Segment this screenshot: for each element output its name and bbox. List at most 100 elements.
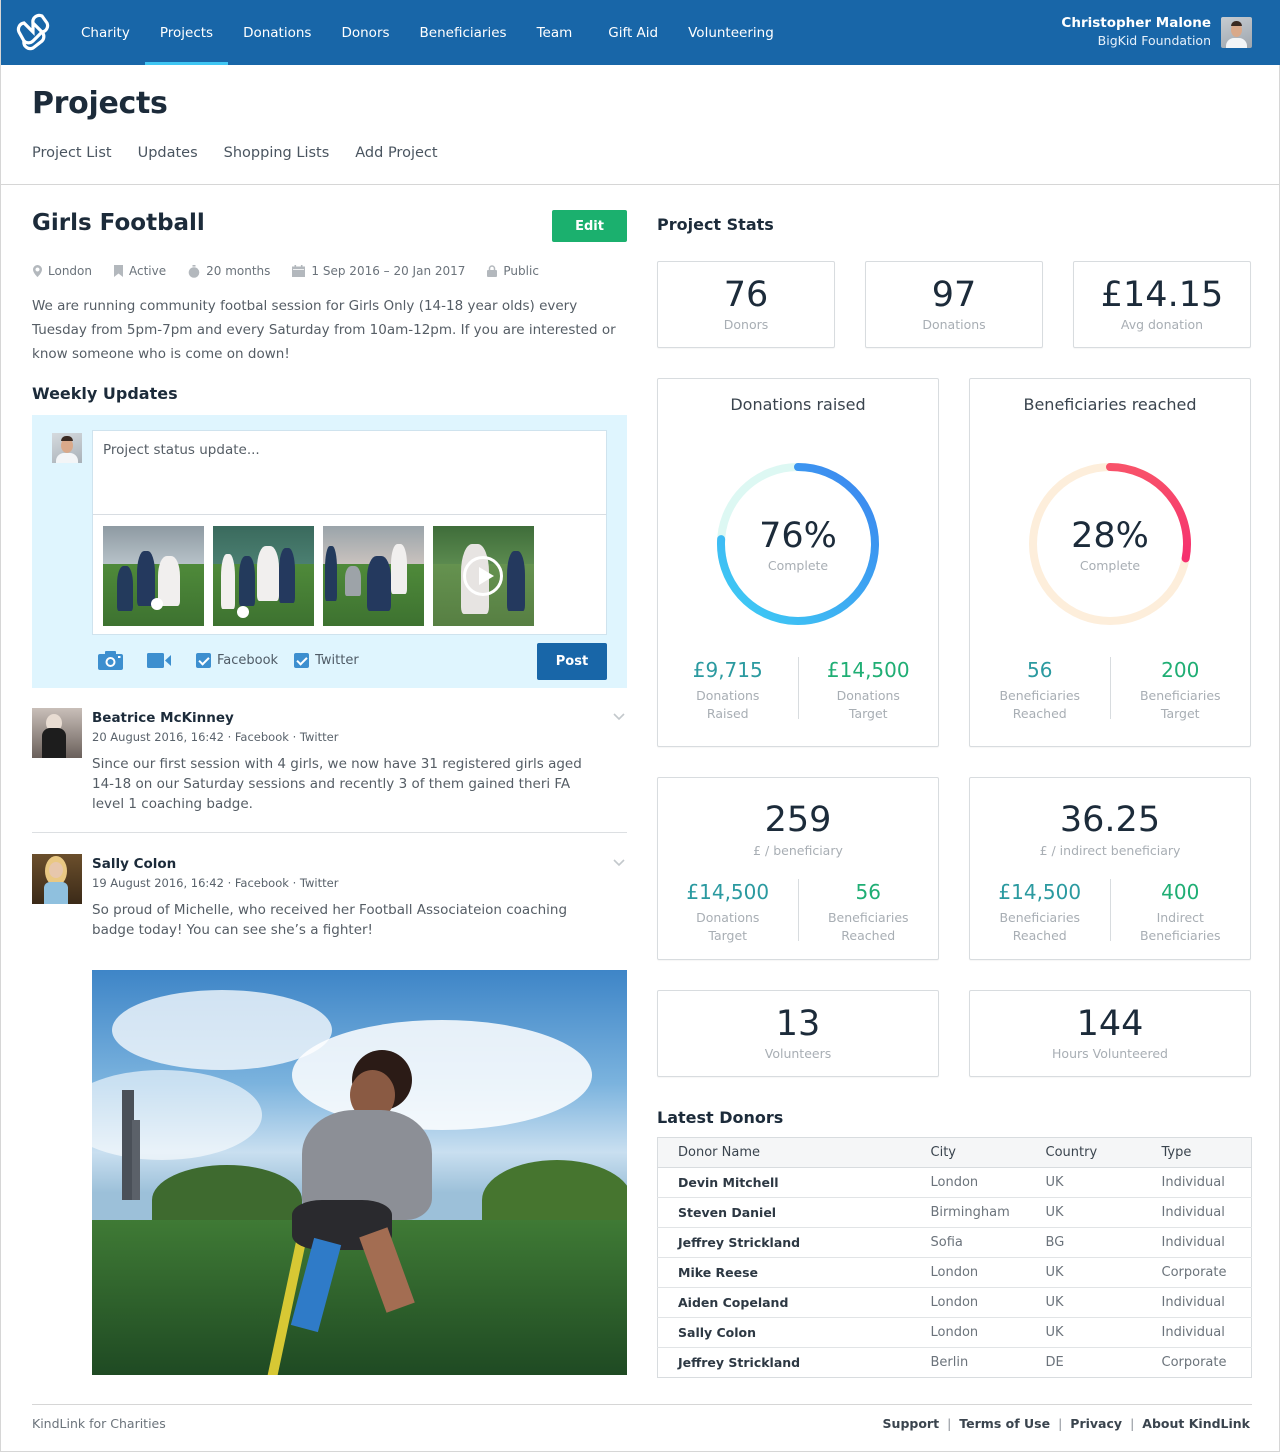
- stat-label: Avg donation: [1120, 317, 1204, 332]
- type-cell: Individual: [1141, 1167, 1252, 1198]
- column-header-type[interactable]: Type: [1141, 1137, 1252, 1168]
- ring-percent: 76%: [759, 516, 837, 556]
- user-avatar[interactable]: [1221, 17, 1252, 48]
- meta-status-text: Active: [129, 264, 167, 278]
- city-cell: Berlin: [930, 1355, 969, 1370]
- table-row[interactable]: Sally Colon London UK Individual: [657, 1317, 1252, 1348]
- attachment-photo[interactable]: [213, 526, 314, 626]
- camera-icon[interactable]: [98, 651, 123, 670]
- nav-projects[interactable]: Projects: [144, 0, 229, 65]
- share-twitter-checkbox[interactable]: Twitter: [294, 653, 359, 668]
- play-video-icon[interactable]: [463, 556, 503, 596]
- beneficiaries-reached-value: 56: [855, 880, 881, 904]
- stat-card-donations: 97 Donations: [865, 261, 1043, 348]
- latest-donors-heading: Latest Donors: [657, 1108, 784, 1127]
- column-header-country[interactable]: Country: [1025, 1137, 1142, 1168]
- card-title: Beneficiaries reached: [1023, 395, 1197, 414]
- ring-subtitle: Complete: [767, 558, 829, 573]
- meta-dates: 1 Sep 2016 – 20 Jan 2017: [292, 264, 465, 278]
- table-row[interactable]: Steven Daniel Birmingham UK Individual: [657, 1197, 1252, 1228]
- table-row[interactable]: Jeffrey Strickland Berlin DE Corporate: [658, 1348, 1252, 1378]
- table-row[interactable]: Jeffrey Strickland Sofia BG Individual: [657, 1227, 1252, 1258]
- stat-value: 259: [764, 800, 832, 840]
- nav-donations[interactable]: Donations: [228, 0, 326, 65]
- update-item: Beatrice McKinney 20 August 2016, 16:42 …: [32, 708, 627, 818]
- nav-gift-aid[interactable]: Gift Aid: [587, 0, 673, 65]
- beneficiaries-reached-value: 56: [1027, 658, 1053, 682]
- chevron-down-icon[interactable]: [613, 856, 625, 870]
- update-item: Sally Colon 19 August 2016, 16:42 · Face…: [32, 854, 627, 954]
- column-header-donor-name[interactable]: Donor Name: [657, 1137, 911, 1168]
- footer-link-terms[interactable]: Terms of Use: [959, 1416, 1050, 1431]
- attachment-photo[interactable]: [323, 526, 424, 626]
- footer-link-support[interactable]: Support: [883, 1416, 940, 1431]
- attachment-video[interactable]: [433, 526, 534, 626]
- meta-visibility: Public: [487, 264, 539, 278]
- footer-links: Support | Terms of Use | Privacy | About…: [883, 1416, 1250, 1431]
- stat-value: £14.15: [1100, 275, 1224, 315]
- stat-value: 13: [775, 1004, 821, 1044]
- per-indirect-split: £14,500 Beneficiaries Reached 400 Indire…: [970, 879, 1250, 943]
- composer-avatar: [52, 433, 82, 463]
- stat-label: Hours Volunteered: [1052, 1046, 1168, 1061]
- subnav-project-list[interactable]: Project List: [32, 145, 112, 161]
- type-cell: Individual: [1141, 1287, 1252, 1318]
- donations-target-value: £14,500: [826, 658, 910, 682]
- indirect-beneficiaries-value: 400: [1161, 880, 1200, 904]
- stat-label: Donors: [723, 317, 769, 332]
- attachment-thumbnails: [103, 526, 534, 626]
- stat-label: Volunteers: [764, 1046, 832, 1061]
- kindlink-logo-icon[interactable]: [14, 13, 52, 51]
- subnav-add-project[interactable]: Add Project: [355, 145, 437, 161]
- table-row[interactable]: Aiden Copeland London UK Individual: [657, 1287, 1252, 1318]
- stat-label: £ / beneficiary: [753, 843, 843, 858]
- share-facebook-checkbox[interactable]: Facebook: [196, 653, 278, 668]
- subnav-updates[interactable]: Updates: [138, 145, 198, 161]
- city-cell: London: [910, 1317, 1026, 1348]
- beneficiaries-reached-card: Beneficiaries reached 28% Complete 56 Be…: [969, 378, 1251, 747]
- donations-raised-label: Donations Raised: [696, 688, 760, 721]
- country-cell: UK: [1025, 1167, 1142, 1198]
- update-author[interactable]: Beatrice McKinney: [92, 710, 234, 726]
- chevron-down-icon[interactable]: [613, 710, 625, 724]
- donor-name-cell: Aiden Copeland: [657, 1287, 911, 1318]
- donations-split: £9,715 Donations Raised £14,500 Donation…: [658, 657, 938, 721]
- meta-dates-text: 1 Sep 2016 – 20 Jan 2017: [311, 264, 466, 278]
- main-nav: Charity Projects Donations Donors Benefi…: [65, 0, 789, 65]
- calendar-icon: [292, 265, 306, 277]
- city-cell: London: [910, 1167, 1026, 1198]
- edit-project-button[interactable]: Edit: [552, 210, 627, 242]
- composer-box: [92, 430, 607, 635]
- nav-volunteering[interactable]: Volunteering: [673, 0, 789, 65]
- donor-name-cell: Sally Colon: [657, 1317, 911, 1348]
- subnav-shopping-lists[interactable]: Shopping Lists: [224, 145, 330, 161]
- country-cell: UK: [1025, 1197, 1142, 1228]
- status-update-input[interactable]: [93, 431, 606, 515]
- post-update-button[interactable]: Post: [537, 643, 607, 680]
- footer-link-privacy[interactable]: Privacy: [1070, 1416, 1122, 1431]
- attachment-photo[interactable]: [103, 526, 204, 626]
- footer-link-about[interactable]: About KindLink: [1142, 1416, 1250, 1431]
- nav-team[interactable]: Team: [522, 0, 588, 65]
- column-header-city[interactable]: City: [910, 1137, 1026, 1168]
- type-cell: Corporate: [1141, 1257, 1252, 1288]
- nav-charity[interactable]: Charity: [65, 0, 145, 65]
- city-cell: Sofia: [910, 1227, 1026, 1258]
- stat-card-avg-donation: £14.15 Avg donation: [1073, 261, 1251, 348]
- weekly-updates-heading: Weekly Updates: [32, 384, 178, 403]
- update-photo[interactable]: [92, 970, 627, 1375]
- nav-donors[interactable]: Donors: [326, 0, 404, 65]
- video-camera-icon[interactable]: [147, 653, 172, 668]
- beneficiaries-target-value: 200: [1161, 658, 1200, 682]
- table-row[interactable]: Devin Mitchell London UK Individual: [657, 1167, 1252, 1198]
- composer-toolbar: Facebook Twitter: [98, 651, 375, 670]
- card-title: Donations raised: [730, 395, 866, 414]
- footer-brand: KindLink for Charities: [32, 1416, 166, 1431]
- type-cell: Individual: [1141, 1197, 1252, 1228]
- ring-percent: 28%: [1071, 516, 1149, 556]
- user-menu[interactable]: Christopher Malone BigKid Foundation: [1061, 14, 1211, 50]
- share-facebook-label: Facebook: [217, 653, 279, 668]
- update-author[interactable]: Sally Colon: [92, 856, 176, 872]
- nav-beneficiaries[interactable]: Beneficiaries: [405, 0, 522, 65]
- table-row[interactable]: Mike Reese London UK Corporate: [657, 1257, 1252, 1288]
